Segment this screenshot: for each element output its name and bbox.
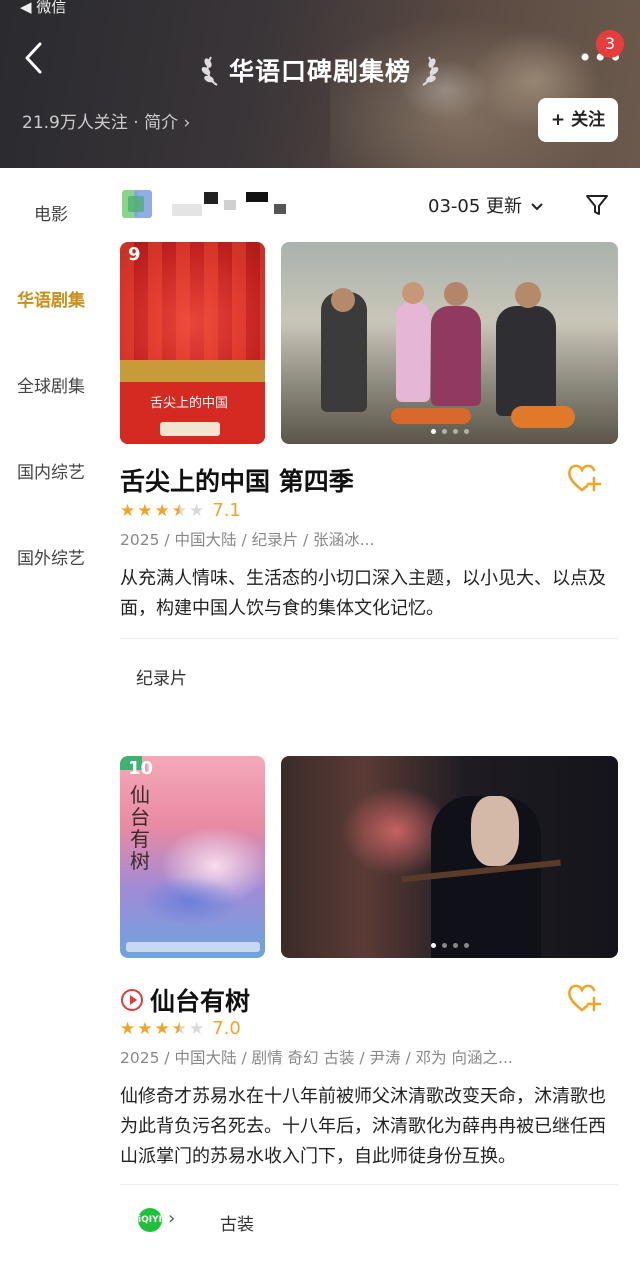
- carousel-dots: [281, 429, 618, 434]
- carousel-dots: [281, 943, 618, 948]
- rating-value: 7.1: [212, 500, 241, 521]
- empty-star-icon: ★: [189, 1018, 205, 1039]
- chevron-left-icon: [25, 42, 42, 74]
- sidebar-item-foreign-variety[interactable]: 国外综艺: [0, 544, 102, 569]
- star-icon: ★: [120, 500, 136, 521]
- rank-number: 9: [128, 244, 141, 265]
- iqiyi-platform-icon[interactable]: iQIYI: [138, 1208, 162, 1232]
- laurel-left-icon: [201, 56, 218, 86]
- genre-tag[interactable]: 纪录片: [136, 664, 187, 689]
- update-date-dropdown[interactable]: 03-05 更新: [428, 192, 544, 218]
- laurel-right-icon: [422, 56, 439, 86]
- chevron-right-icon[interactable]: ›: [168, 1208, 175, 1229]
- rank-number: 10: [128, 758, 154, 779]
- sidebar-item-global-series[interactable]: 全球剧集: [0, 372, 102, 397]
- star-icon: ★: [154, 1018, 170, 1039]
- page-title: 华语口碑剧集榜: [228, 57, 411, 86]
- play-icon: [121, 989, 143, 1011]
- half-star-icon: ★: [171, 1018, 187, 1039]
- half-star-icon: ★: [171, 500, 187, 521]
- show-title-text: 舌尖上的中国 第四季: [120, 467, 354, 496]
- divider: [120, 638, 618, 639]
- show-description: 仙修奇才苏易水在十八年前被师父沐清歌改变天命，沐清歌也为此背负污名死去。十八年后…: [120, 1086, 606, 1167]
- show-card[interactable]: 9 舌尖上的中国 舌尖上的中国 第四季 ★ ★ ★ ★ ★ 7.1 2025 /: [120, 242, 618, 702]
- notification-badge: 3: [596, 30, 624, 58]
- show-title-text: 仙台有树: [150, 987, 251, 1016]
- show-poster[interactable]: 10 仙台有树: [120, 756, 265, 958]
- rating-row: ★ ★ ★ ★ ★ 7.0: [120, 1018, 241, 1039]
- show-meta: 2025 / 中国大陆 / 剧情 奇幻 古装 / 尹涛 / 邓为 向涵之...: [120, 1049, 513, 1067]
- chevron-down-icon: [531, 203, 543, 211]
- update-date-label: 03-05 更新: [428, 196, 523, 217]
- show-title[interactable]: 舌尖上的中国 第四季: [120, 462, 354, 498]
- heart-plus-icon[interactable]: [566, 462, 602, 494]
- show-still-carousel[interactable]: [281, 242, 618, 444]
- show-poster[interactable]: 9 舌尖上的中国: [120, 242, 265, 444]
- header-banner: ◀ 微信 华语口碑剧集榜 ••• 3 21.9万人关注 · 简介 › + 关注: [0, 0, 640, 168]
- divider: [120, 1184, 618, 1185]
- star-icon: ★: [137, 1018, 153, 1039]
- rating-value: 7.0: [212, 1018, 241, 1039]
- app-logo-icon: [122, 190, 152, 218]
- wechat-back-link[interactable]: ◀ 微信: [20, 0, 66, 17]
- show-description: 从充满人情味、生活态的小切口深入主题，以小见大、以点及面，构建中国人饮与食的集体…: [120, 568, 606, 619]
- sidebar-item-movies[interactable]: 电影: [0, 200, 102, 225]
- title-group: 华语口碑剧集榜: [190, 48, 450, 92]
- blurred-source-name: [172, 190, 292, 220]
- heart-plus-icon[interactable]: [566, 982, 602, 1014]
- rating-row: ★ ★ ★ ★ ★ 7.1: [120, 500, 241, 521]
- follow-info-link[interactable]: 21.9万人关注 · 简介 ›: [22, 108, 190, 133]
- follow-button[interactable]: + 关注: [538, 98, 618, 142]
- show-still-carousel[interactable]: [281, 756, 618, 958]
- sidebar-item-chinese-series[interactable]: 华语剧集: [0, 286, 102, 311]
- sidebar-item-domestic-variety[interactable]: 国内综艺: [0, 458, 102, 483]
- show-card[interactable]: 10 仙台有树 仙台有树 ★ ★ ★ ★ ★ 7.0 2025 / 中国大陆 /…: [120, 756, 618, 1246]
- star-icon: ★: [154, 500, 170, 521]
- back-button[interactable]: [20, 38, 50, 78]
- star-icon: ★: [120, 1018, 136, 1039]
- star-icon: ★: [137, 500, 153, 521]
- genre-tag[interactable]: 古装: [220, 1210, 254, 1235]
- filter-icon[interactable]: [584, 192, 610, 218]
- show-title[interactable]: 仙台有树: [120, 982, 250, 1018]
- show-meta: 2025 / 中国大陆 / 纪录片 / 张涵冰...: [120, 531, 375, 549]
- empty-star-icon: ★: [189, 500, 205, 521]
